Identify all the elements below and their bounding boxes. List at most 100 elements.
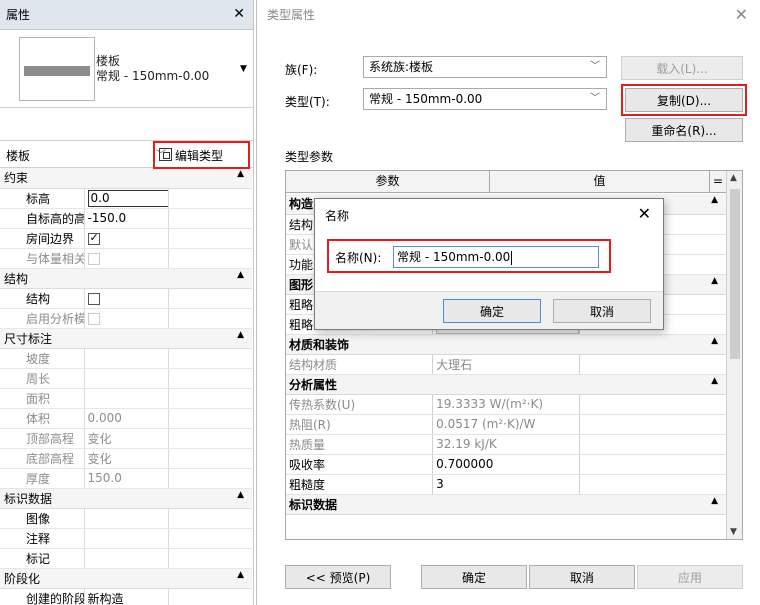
property-name: 体积 — [0, 408, 85, 429]
apply-button[interactable]: 应用 — [637, 565, 743, 589]
property-name: 标高 — [0, 188, 85, 209]
collapse-caret-icon[interactable]: ▲ — [711, 195, 718, 205]
type-cancel-button[interactable]: 取消 — [529, 565, 635, 589]
parameter-value[interactable]: 0.700000 — [432, 454, 580, 475]
rename-button[interactable]: 重命名(R)... — [625, 118, 743, 142]
parameter-value[interactable]: 3 — [432, 474, 580, 495]
name-input[interactable]: 常规 - 150mm-0.00 — [393, 246, 599, 268]
property-value[interactable] — [84, 508, 169, 529]
type-parameters-label: 类型参数 — [285, 150, 334, 164]
parameter-row: 粗糙度 3 — [286, 474, 726, 495]
property-group-header[interactable]: 约束 ▲ — [0, 168, 252, 189]
property-checkbox — [87, 252, 100, 265]
parameter-value: 19.3333 W/(m²·K) — [432, 394, 580, 415]
name-cancel-button[interactable]: 取消 — [553, 299, 651, 323]
properties-title: 属性 — [6, 8, 31, 22]
property-value[interactable]: 新构造 — [84, 588, 169, 605]
collapse-caret-icon[interactable]: ▲ — [237, 270, 244, 280]
type-dropdown-arrow-icon[interactable]: ▼ — [240, 64, 247, 74]
property-checkbox[interactable] — [87, 231, 100, 245]
parameter-row: 结构材质 大理石 — [286, 354, 726, 375]
family-label: 族(F): — [285, 63, 318, 77]
scroll-thumb[interactable] — [730, 189, 740, 359]
property-name: 结构 — [0, 288, 85, 309]
parameter-name: 传热系数(U) — [286, 394, 434, 415]
parameter-group-label: 材质和装饰 — [289, 337, 350, 352]
collapse-caret-icon[interactable]: ▲ — [237, 169, 244, 179]
properties-close-icon[interactable]: ✕ — [233, 6, 245, 22]
parameter-group-header[interactable]: 标识数据 ▲ — [286, 494, 726, 515]
property-group-label: 阶段化 — [4, 571, 41, 586]
column-header-parameter[interactable]: 参数 — [286, 171, 490, 193]
type-selector-preview[interactable]: 楼板 常规 - 150mm-0.00 ▼ — [0, 30, 253, 108]
collapse-caret-icon[interactable]: ▲ — [711, 336, 718, 346]
collapse-caret-icon[interactable]: ▲ — [237, 570, 244, 580]
parameter-group-header[interactable]: 材质和装饰 ▲ — [286, 334, 726, 355]
parameter-name: 结构材质 — [286, 354, 434, 375]
edit-type-button[interactable]: 编辑类型 — [153, 141, 250, 169]
family-type-name: 楼板 常规 - 150mm-0.00 — [96, 54, 210, 83]
type-ok-button[interactable]: 确定 — [421, 565, 527, 589]
property-checkbox — [87, 312, 100, 325]
property-value[interactable] — [84, 288, 169, 309]
property-name: 与体量相关 — [0, 248, 85, 269]
scroll-down-icon[interactable]: ▼ — [730, 527, 737, 537]
property-name: 自标高的高度偏... — [0, 208, 85, 229]
property-name: 顶部高程 — [0, 428, 85, 449]
text-caret — [511, 250, 513, 265]
name-dialog: 名称 ✕ 名称(N): 常规 - 150mm-0.00 确定 取消 — [314, 198, 664, 330]
name-ok-button[interactable]: 确定 — [443, 299, 541, 323]
property-value: 0.000 — [84, 408, 169, 429]
property-row: 图像 — [0, 508, 252, 529]
collapse-caret-icon[interactable]: ▲ — [711, 376, 718, 386]
property-row: 与体量相关 — [0, 248, 252, 269]
property-value[interactable] — [84, 228, 169, 249]
properties-palette: 属性 ✕ 楼板 常规 - 150mm-0.00 ▼ 楼板 ﹀ 编辑类型 约束 ▲ 标… — [0, 0, 254, 605]
parameter-group-header[interactable]: 分析属性 ▲ — [286, 374, 726, 395]
property-group-header[interactable]: 结构 ▲ — [0, 268, 252, 289]
collapse-caret-icon[interactable]: ▲ — [237, 330, 244, 340]
duplicate-button[interactable]: 复制(D)... — [621, 84, 747, 116]
name-dialog-close-icon[interactable]: ✕ — [638, 204, 651, 223]
property-checkbox[interactable] — [87, 292, 100, 305]
property-group-header[interactable]: 标识数据 ▲ — [0, 488, 252, 509]
type-combo[interactable]: 常规 - 150mm-0.00 ﹀ — [363, 88, 607, 110]
property-group-header[interactable]: 阶段化 ▲ — [0, 568, 252, 589]
property-row: 标记 — [0, 548, 252, 569]
name-field-label: 名称(N): — [335, 251, 382, 265]
property-group-label: 约束 — [4, 171, 29, 186]
parameter-group-label: 构造 — [289, 197, 314, 212]
property-row: 体积 0.000 — [0, 408, 252, 429]
property-name: 厚度 — [0, 468, 85, 489]
collapse-caret-icon[interactable]: ▲ — [237, 490, 244, 500]
type-properties-close-icon[interactable]: ✕ — [735, 5, 748, 24]
type-properties-title: 类型属性 — [267, 7, 316, 22]
property-value[interactable] — [84, 528, 169, 549]
edit-type-label: 编辑类型 — [175, 148, 224, 163]
property-group-label: 结构 — [4, 271, 29, 286]
property-value: 变化 — [84, 428, 169, 449]
property-row: 顶部高程 变化 — [0, 428, 252, 449]
collapse-caret-icon[interactable]: ▲ — [711, 496, 718, 506]
name-input-value: 常规 - 150mm-0.00 — [397, 250, 511, 264]
property-value[interactable] — [84, 548, 169, 569]
collapse-caret-icon[interactable]: ▲ — [711, 276, 718, 286]
property-group-header[interactable]: 尺寸标注 ▲ — [0, 328, 252, 349]
property-name: 启用分析模型 — [0, 308, 85, 329]
property-row: 坡度 — [0, 348, 252, 369]
parameter-name: 热阻(R) — [286, 414, 434, 435]
property-input[interactable]: 0.0 — [87, 189, 167, 207]
property-group-label: 标识数据 — [4, 491, 53, 506]
property-value[interactable]: -150.0 — [84, 208, 169, 229]
property-name: 标记 — [0, 548, 85, 569]
name-dialog-footer: 确定 取消 — [315, 291, 663, 329]
scroll-up-icon[interactable]: ▲ — [730, 173, 737, 183]
name-field-highlight: 名称(N): 常规 - 150mm-0.00 — [327, 239, 611, 273]
column-header-value[interactable]: 值 — [490, 171, 710, 193]
property-value[interactable]: 0.0 — [84, 188, 169, 209]
preview-button[interactable]: << 预览(P) — [285, 565, 391, 589]
family-combo[interactable]: 系统族:楼板 ﹀ — [363, 56, 607, 78]
type-label: 类型(T): — [285, 95, 330, 109]
load-button[interactable]: 载入(L)... — [621, 56, 743, 80]
type-parameters-scrollbar[interactable]: ▲ ▼ — [726, 171, 742, 539]
